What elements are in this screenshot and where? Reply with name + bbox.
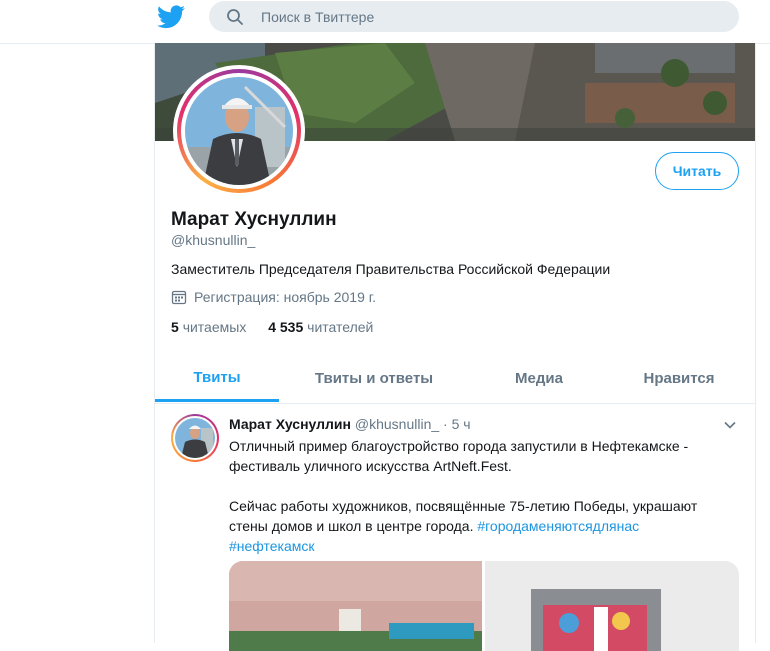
twitter-bird-icon[interactable]	[157, 5, 185, 29]
tab-tweets[interactable]: Твиты	[155, 355, 279, 402]
tweet-text-line: фестиваль уличного искусства ArtNeft.Fes…	[229, 458, 512, 474]
tab-media[interactable]: Медиа	[469, 355, 609, 401]
followers-count: 4 535	[268, 319, 304, 335]
profile-tabs: Твиты Твиты и ответы Медиа Нравится	[155, 355, 755, 404]
tweet-header: Марат Хуснуллин @khusnullin_ · 5 ч	[229, 416, 471, 432]
tweet-avatar[interactable]	[171, 414, 219, 462]
chevron-down-icon[interactable]	[723, 418, 737, 432]
following-stat[interactable]: 5 читаемых	[171, 319, 246, 335]
profile-column: Читать Марат Хуснуллин @khusnullin_ Заме…	[154, 43, 756, 651]
tweet-text: Отличный пример благоустройство города з…	[229, 436, 739, 556]
following-label: читаемых	[182, 319, 247, 335]
tweet-separator: ·	[443, 416, 448, 432]
tweet-avatar-photo	[175, 418, 215, 458]
tweet-text-line: стены домов и школ в центре города.	[229, 518, 474, 534]
tweet-text-line: Отличный пример благоустройство города з…	[229, 438, 689, 454]
tweet-media-images	[229, 561, 739, 651]
tweet-time[interactable]: 5 ч	[452, 416, 471, 432]
profile-handle: @khusnullin_	[171, 232, 256, 248]
search-icon	[227, 9, 243, 25]
tweet-text-line: Сейчас работы художников, посвящённые 75…	[229, 498, 698, 514]
hashtag-link[interactable]: #городаменяютсядлянас	[477, 518, 639, 534]
profile-bio: Заместитель Председателя Правительства Р…	[171, 261, 611, 277]
profile-joined: Регистрация: ноябрь 2019 г.	[171, 289, 376, 305]
search-input[interactable]: Поиск в Твиттере	[209, 1, 739, 32]
hashtag-link[interactable]: #нефтекамск	[229, 538, 315, 554]
profile-stats: 5 читаемых 4 535 читателей	[171, 319, 391, 335]
tweet[interactable]: Марат Хуснуллин @khusnullin_ · 5 ч Отлич…	[155, 404, 755, 651]
top-bar: Поиск в Твиттере	[0, 0, 770, 44]
avatar-photo	[185, 77, 293, 185]
followers-stat[interactable]: 4 535 читателей	[268, 319, 373, 335]
search-placeholder: Поиск в Твиттере	[261, 9, 375, 25]
tweet-media[interactable]	[229, 561, 739, 651]
tab-tweets-and-replies[interactable]: Твиты и ответы	[279, 355, 469, 401]
following-count: 5	[171, 319, 179, 335]
tweet-author-handle[interactable]: @khusnullin_	[355, 416, 439, 432]
tab-likes[interactable]: Нравится	[609, 355, 749, 401]
followers-label: читателей	[307, 319, 374, 335]
follow-button[interactable]: Читать	[655, 152, 739, 190]
profile-avatar[interactable]	[173, 65, 305, 197]
profile-name: Марат Хуснуллин	[171, 209, 337, 230]
calendar-icon	[171, 290, 187, 305]
joined-text: Регистрация: ноябрь 2019 г.	[194, 289, 377, 305]
tweet-author-name[interactable]: Марат Хуснуллин	[229, 416, 351, 432]
